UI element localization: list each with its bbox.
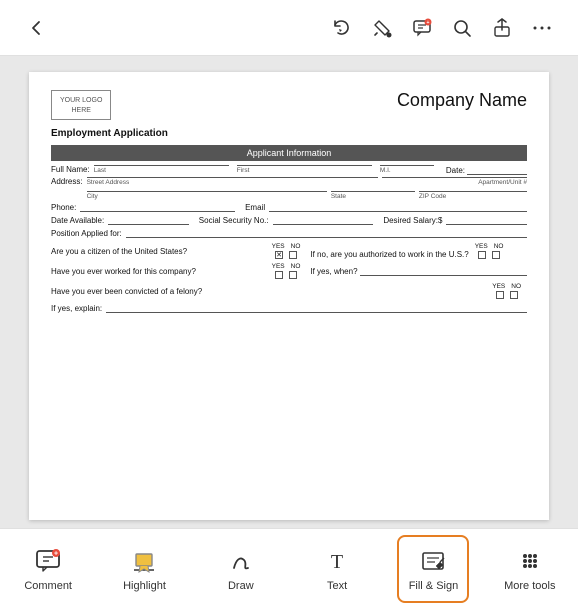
auth-yes-header: YES bbox=[475, 243, 488, 250]
authorized-question: If no, are you authorized to work in the… bbox=[310, 250, 468, 259]
first-label: First bbox=[237, 167, 372, 174]
worked-question: Have you ever worked for this company? bbox=[51, 267, 268, 276]
apt-label: Apartment/Unit # bbox=[382, 179, 527, 186]
svg-text:+: + bbox=[427, 20, 430, 26]
comment-tool[interactable]: + Comment bbox=[12, 535, 84, 603]
more-icon[interactable] bbox=[522, 8, 562, 48]
svg-text:+: + bbox=[54, 550, 58, 557]
citizen-question: Are you a citizen of the United States? bbox=[51, 247, 268, 256]
address-label: Address: bbox=[51, 177, 83, 186]
more-tools-label: More tools bbox=[504, 580, 555, 592]
search-icon[interactable] bbox=[442, 8, 482, 48]
more-tools-tool[interactable]: More tools bbox=[494, 535, 566, 603]
top-toolbar: + bbox=[0, 0, 578, 56]
full-name-label: Full Name: bbox=[51, 165, 90, 174]
salary-label: Desired Salary:$ bbox=[383, 216, 442, 225]
auth-no-checkbox[interactable] bbox=[492, 251, 500, 259]
logo-box: YOUR LOGO HERE bbox=[51, 90, 111, 120]
citizen-no-checkbox[interactable] bbox=[289, 251, 297, 259]
share-icon[interactable] bbox=[482, 8, 522, 48]
date-label: Date: bbox=[446, 166, 465, 175]
date-avail-label: Date Available: bbox=[51, 216, 104, 225]
fill-tool-icon[interactable] bbox=[362, 8, 402, 48]
mi-label: M.I. bbox=[380, 167, 434, 174]
citizen-yes-checkbox[interactable] bbox=[275, 251, 283, 259]
auth-no-header: NO bbox=[494, 243, 504, 250]
worked-no-checkbox[interactable] bbox=[289, 271, 297, 279]
if-yes-when-label: If yes, when? bbox=[310, 267, 357, 276]
convicted-no-checkbox[interactable] bbox=[510, 291, 518, 299]
phone-label: Phone: bbox=[51, 203, 76, 212]
yes-header: YES bbox=[272, 243, 285, 250]
section-header: Applicant Information bbox=[51, 145, 527, 161]
draw-label: Draw bbox=[228, 580, 254, 592]
highlight-label: Highlight bbox=[123, 580, 166, 592]
document-page: YOUR LOGO HERE Company Name Employment A… bbox=[29, 72, 549, 520]
position-label: Position Applied for: bbox=[51, 229, 122, 238]
email-label: Email bbox=[245, 203, 265, 212]
comment-label: Comment bbox=[24, 580, 72, 592]
worked-yes-checkbox[interactable] bbox=[275, 271, 283, 279]
undo-button[interactable] bbox=[322, 8, 362, 48]
back-button[interactable] bbox=[16, 8, 56, 48]
logo-text: YOUR LOGO HERE bbox=[60, 97, 102, 114]
company-name: Company Name bbox=[397, 90, 527, 111]
auth-yes-checkbox[interactable] bbox=[478, 251, 486, 259]
app-title: Employment Application bbox=[51, 128, 527, 139]
convicted-yes-checkbox[interactable] bbox=[496, 291, 504, 299]
text-label: Text bbox=[327, 580, 347, 592]
svg-text:T: T bbox=[331, 551, 343, 573]
text-tool[interactable]: T Text bbox=[301, 535, 373, 603]
document-area: YOUR LOGO HERE Company Name Employment A… bbox=[0, 56, 578, 528]
zip-label: ZIP Code bbox=[419, 193, 527, 200]
convicted-question: Have you ever been convicted of a felony… bbox=[51, 287, 488, 296]
bottom-toolbar: + Comment Highlight Draw T Text bbox=[0, 528, 578, 608]
street-label: Street Address bbox=[87, 179, 378, 186]
state-label: State bbox=[331, 193, 415, 200]
fill-sign-tool[interactable]: Fill & Sign bbox=[397, 535, 469, 603]
explain-label: If yes, explain: bbox=[51, 304, 102, 313]
no-header: NO bbox=[291, 243, 301, 250]
fill-sign-label: Fill & Sign bbox=[409, 580, 459, 592]
draw-tool[interactable]: Draw bbox=[205, 535, 277, 603]
ssn-label: Social Security No.: bbox=[199, 216, 269, 225]
comment-icon[interactable]: + bbox=[402, 8, 442, 48]
highlight-tool[interactable]: Highlight bbox=[108, 535, 180, 603]
city-label: City bbox=[87, 193, 327, 200]
last-label: Last bbox=[94, 167, 229, 174]
